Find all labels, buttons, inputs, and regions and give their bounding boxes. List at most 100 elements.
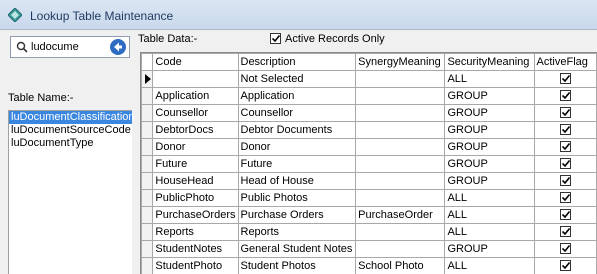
search-box[interactable]: [10, 36, 130, 58]
cell-security-meaning[interactable]: GROUP: [444, 155, 535, 173]
table-row[interactable]: DebtorDocs Debtor Documents GROUP: [141, 121, 597, 139]
cell-code[interactable]: Reports: [152, 223, 239, 241]
table-row[interactable]: Reports Reports ALL: [141, 223, 597, 241]
active-flag-checkbox[interactable]: [559, 107, 571, 118]
cell-description[interactable]: Head of House: [237, 172, 357, 190]
cell-security-meaning[interactable]: GROUP: [444, 172, 535, 190]
cell-synergy-meaning[interactable]: School Photo: [355, 257, 446, 274]
cell-synergy-meaning[interactable]: [355, 138, 446, 156]
column-header-active-flag[interactable]: ActiveFlag: [533, 53, 597, 71]
row-selector[interactable]: [141, 104, 154, 122]
cell-synergy-meaning[interactable]: [355, 172, 446, 190]
cell-description[interactable]: Future: [237, 155, 357, 173]
row-selector[interactable]: [141, 138, 154, 156]
cell-security-meaning[interactable]: ALL: [444, 206, 535, 224]
cell-description[interactable]: Purchase Orders: [237, 206, 357, 224]
row-selector[interactable]: [141, 172, 154, 190]
cell-code[interactable]: DebtorDocs: [152, 121, 239, 139]
table-row[interactable]: PurchaseOrders Purchase Orders PurchaseOrd…: [141, 206, 597, 224]
cell-synergy-meaning[interactable]: [355, 155, 446, 173]
active-flag-checkbox[interactable]: [559, 192, 571, 203]
cell-code[interactable]: StudentPhoto: [152, 257, 239, 274]
table-row[interactable]: StudentPhoto Student Photos School Photo AL…: [141, 257, 597, 274]
table-row[interactable]: HouseHead Head of House GROUP: [141, 172, 597, 190]
cell-code[interactable]: Counsellor: [152, 104, 239, 122]
cell-synergy-meaning[interactable]: [355, 104, 446, 122]
active-flag-checkbox[interactable]: [559, 124, 571, 135]
cell-active-flag[interactable]: [533, 104, 597, 122]
row-selector[interactable]: [141, 70, 154, 88]
row-selector[interactable]: [141, 87, 154, 105]
cell-description[interactable]: Debtor Documents: [237, 121, 357, 139]
active-flag-checkbox[interactable]: [559, 243, 571, 254]
table-name-list[interactable]: luDocumentClassification luDocumentSourc…: [8, 110, 135, 274]
cell-active-flag[interactable]: [533, 70, 597, 88]
search-input[interactable]: [31, 39, 107, 55]
active-flag-checkbox[interactable]: [559, 175, 571, 186]
active-flag-checkbox[interactable]: [559, 90, 571, 101]
cell-active-flag[interactable]: [533, 257, 597, 274]
cell-description[interactable]: Counsellor: [237, 104, 357, 122]
cell-code[interactable]: Future: [152, 155, 239, 173]
table-row[interactable]: PublicPhoto Public Photos ALL: [141, 189, 597, 207]
cell-synergy-meaning[interactable]: [355, 240, 446, 258]
active-flag-checkbox[interactable]: [559, 226, 571, 237]
row-selector[interactable]: [141, 240, 154, 258]
cell-synergy-meaning[interactable]: [355, 87, 446, 105]
cell-security-meaning[interactable]: GROUP: [444, 104, 535, 122]
column-header-synergy-meaning[interactable]: SynergyMeaning: [355, 53, 446, 71]
column-header-code[interactable]: Code: [152, 53, 239, 71]
cell-description[interactable]: Student Photos: [237, 257, 357, 274]
cell-security-meaning[interactable]: ALL: [444, 257, 535, 274]
cell-description[interactable]: Public Photos: [237, 189, 357, 207]
table-row[interactable]: StudentNotes General Student Notes GROUP: [141, 240, 597, 258]
cell-active-flag[interactable]: [533, 172, 597, 190]
cell-code[interactable]: PurchaseOrders: [152, 206, 239, 224]
cell-code[interactable]: PublicPhoto: [152, 189, 239, 207]
row-selector[interactable]: [141, 189, 154, 207]
cell-active-flag[interactable]: [533, 240, 597, 258]
active-flag-checkbox[interactable]: [559, 209, 571, 220]
list-item[interactable]: luDocumentSourceCode: [9, 124, 132, 137]
cell-code[interactable]: StudentNotes: [152, 240, 239, 258]
list-item[interactable]: luDocumentType: [9, 137, 132, 150]
cell-code[interactable]: [152, 70, 239, 88]
cell-description[interactable]: Donor: [237, 138, 357, 156]
cell-description[interactable]: Reports: [237, 223, 357, 241]
cell-active-flag[interactable]: [533, 87, 597, 105]
table-row[interactable]: Application Application GROUP: [141, 87, 597, 105]
cell-security-meaning[interactable]: GROUP: [444, 87, 535, 105]
cell-security-meaning[interactable]: ALL: [444, 70, 535, 88]
cell-description[interactable]: Application: [237, 87, 357, 105]
cell-synergy-meaning[interactable]: [355, 189, 446, 207]
cell-synergy-meaning[interactable]: [355, 70, 446, 88]
column-header-security-meaning[interactable]: SecurityMeaning: [444, 53, 535, 71]
cell-security-meaning[interactable]: ALL: [444, 189, 535, 207]
active-flag-checkbox[interactable]: [559, 158, 571, 169]
cell-active-flag[interactable]: [533, 206, 597, 224]
row-selector[interactable]: [141, 257, 154, 274]
active-records-checkbox[interactable]: Active Records Only: [270, 33, 385, 45]
cell-code[interactable]: HouseHead: [152, 172, 239, 190]
cell-active-flag[interactable]: [533, 121, 597, 139]
table-data-grid[interactable]: Code Description SynergyMeaning Security…: [140, 52, 597, 274]
cell-synergy-meaning[interactable]: [355, 223, 446, 241]
cell-code[interactable]: Donor: [152, 138, 239, 156]
cell-active-flag[interactable]: [533, 138, 597, 156]
cell-synergy-meaning[interactable]: [355, 121, 446, 139]
table-row[interactable]: Donor Donor GROUP: [141, 138, 597, 156]
table-row[interactable]: Not Selected ALL: [141, 70, 597, 88]
cell-active-flag[interactable]: [533, 223, 597, 241]
table-row[interactable]: Future Future GROUP: [141, 155, 597, 173]
list-item[interactable]: luDocumentClassification: [9, 111, 135, 124]
row-selector[interactable]: [141, 206, 154, 224]
row-selector[interactable]: [141, 223, 154, 241]
search-go-button[interactable]: [110, 39, 126, 55]
cell-active-flag[interactable]: [533, 155, 597, 173]
active-flag-checkbox[interactable]: [559, 260, 571, 271]
row-selector[interactable]: [141, 155, 154, 173]
active-flag-checkbox[interactable]: [559, 141, 571, 152]
active-flag-checkbox[interactable]: [559, 73, 571, 84]
table-row[interactable]: Counsellor Counsellor GROUP: [141, 104, 597, 122]
cell-active-flag[interactable]: [533, 189, 597, 207]
